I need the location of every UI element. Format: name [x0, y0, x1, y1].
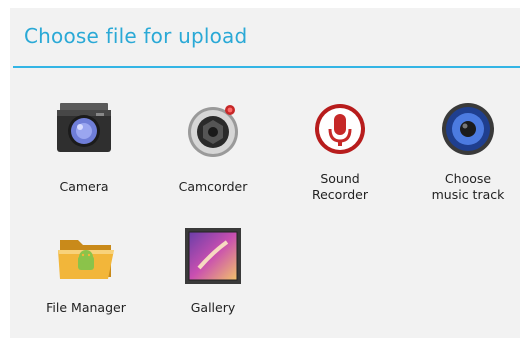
file-manager-label: File Manager	[46, 300, 126, 315]
camcorder-option[interactable]: Camcorder	[153, 99, 273, 195]
dialog-title: Choose file for upload	[24, 24, 248, 48]
sound-recorder-icon	[315, 104, 365, 154]
gallery-option[interactable]: Gallery	[153, 224, 273, 316]
camera-icon	[57, 103, 111, 152]
camcorder-icon	[188, 105, 238, 157]
sound-recorder-label: Sound Recorder	[311, 171, 369, 202]
file-manager-option[interactable]: File Manager	[26, 224, 146, 316]
gallery-icon	[185, 228, 241, 284]
music-track-option[interactable]: Choose music track	[408, 99, 521, 203]
camera-label: Camera	[59, 179, 109, 194]
gallery-label: Gallery	[190, 300, 236, 315]
upload-dialog: Choose file for upload Camera Camcorder	[10, 8, 520, 338]
music-track-label: Choose music track	[431, 171, 505, 202]
camcorder-label: Camcorder	[178, 179, 248, 194]
title-divider	[13, 66, 520, 68]
sound-recorder-option[interactable]: Sound Recorder	[280, 99, 400, 203]
file-manager-icon	[58, 240, 114, 279]
music-track-icon	[442, 103, 494, 155]
camera-option[interactable]: Camera	[24, 99, 144, 195]
